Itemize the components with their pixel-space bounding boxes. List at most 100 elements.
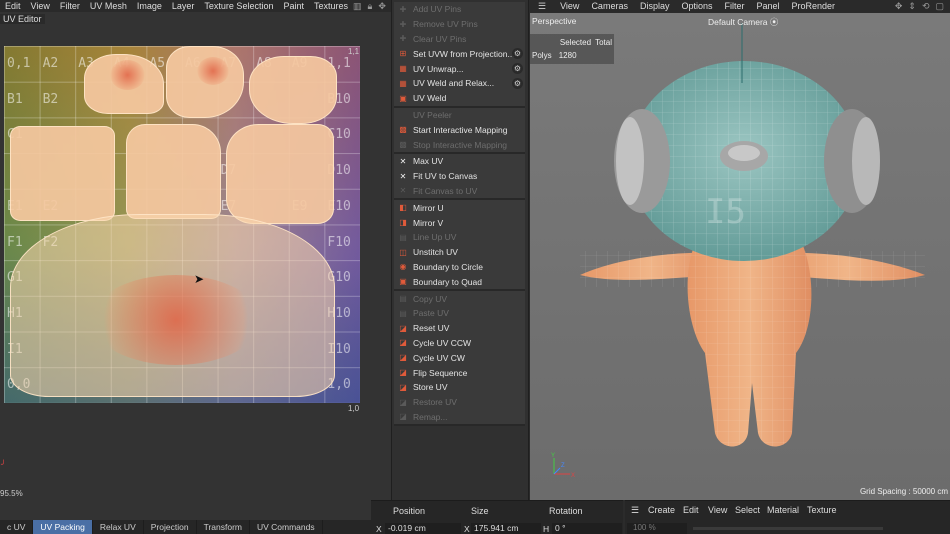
material-hamburger-icon[interactable]: ☰	[631, 505, 639, 516]
command-uv-unwrap[interactable]: ▦ UV Unwrap... ⚙	[394, 61, 525, 76]
vp-menu-options[interactable]: Options	[675, 1, 718, 11]
vp-menu-cameras[interactable]: Cameras	[585, 1, 634, 11]
size-x-field[interactable]: 175.941 cm	[471, 523, 541, 534]
maximize-icon[interactable]: ▢	[935, 1, 944, 12]
command-mirror-v[interactable]: ◨ Mirror V	[394, 215, 525, 230]
command-start-interactive-mapping[interactable]: ▩ Start Interactive Mapping	[394, 122, 525, 137]
uv-shell-head[interactable]	[10, 214, 335, 397]
gear-icon[interactable]: ⚙	[512, 77, 523, 89]
command-mirror-u[interactable]: ◧ Mirror U	[394, 200, 525, 215]
unwrap-icon: ▦	[399, 64, 407, 74]
command-set-uvw-from-projection[interactable]: ⊞ Set UVW from Projection... ⚙	[394, 46, 525, 61]
uv-shell-top-right[interactable]	[249, 56, 337, 124]
3d-viewport[interactable]: I5 Perspective Default Camera ⦿ Selected…	[530, 13, 950, 500]
command-remap[interactable]: ◪ Remap...	[394, 410, 525, 425]
command-remove-uv-pins[interactable]: ✚ Remove UV Pins	[394, 17, 525, 32]
uv-editor-menubar: Edit View Filter UV Mesh Image Layer Tex…	[0, 0, 398, 12]
mat-menu-edit[interactable]: Edit	[683, 505, 699, 515]
tab-transform[interactable]: Transform	[197, 520, 250, 534]
uv-shell-arm-left[interactable]	[10, 126, 115, 221]
gear-icon[interactable]: ⚙	[512, 48, 523, 60]
viewport-camera-name[interactable]: Default Camera ⦿	[708, 16, 778, 28]
menu-edit[interactable]: Edit	[0, 1, 26, 11]
menu-textures[interactable]: Textures	[309, 1, 353, 11]
rotate-icon[interactable]: ⟲	[922, 1, 930, 12]
pan-icon[interactable]: ✥	[895, 1, 903, 12]
uv-commands-panel: ✚ Add UV Pins ✚ Remove UV Pins ✚ Clear UV Pin…	[391, 0, 530, 534]
menu-uv-mesh[interactable]: UV Mesh	[85, 1, 132, 11]
command-max-uv[interactable]: ✕ Max UV	[394, 154, 525, 169]
tab-uv-packing[interactable]: UV Packing	[33, 520, 93, 534]
mouse-cursor-icon: ➤	[194, 272, 205, 286]
uv-canvas[interactable]: 0,1A2A3A4A5A6A7A8A91,1B1B2B10C1C10D7D10E…	[4, 46, 360, 403]
uv-cell-label: F10	[327, 234, 351, 250]
stats-row-label: Polys	[532, 51, 552, 60]
histogram-icon[interactable]: ▥	[353, 1, 362, 12]
command-restore-uv[interactable]: ◪ Restore UV	[394, 395, 525, 410]
command-add-uv-pins[interactable]: ✚ Add UV Pins	[394, 2, 525, 17]
vp-menu-display[interactable]: Display	[634, 1, 676, 11]
gear-icon[interactable]: ⚙	[512, 63, 523, 75]
menu-view[interactable]: View	[26, 1, 55, 11]
vp-menu-prorender[interactable]: ProRender	[786, 1, 842, 11]
command-unstitch-uv[interactable]: ◫ Unstitch UV	[394, 245, 525, 260]
tab-c-uv[interactable]: c UV	[0, 520, 34, 534]
command-label: Unstitch UV	[413, 247, 458, 258]
command-uv-weld-and-relax[interactable]: ▦ UV Weld and Relax... ⚙	[394, 76, 525, 91]
command-boundary-to-quad[interactable]: ▣ Boundary to Quad	[394, 274, 525, 289]
menu-layer[interactable]: Layer	[167, 1, 200, 11]
mat-menu-create[interactable]: Create	[648, 505, 675, 515]
uv-shell-body-front[interactable]	[126, 124, 221, 219]
command-line-up-uv[interactable]: ▤ Line Up UV	[394, 230, 525, 245]
weld-icon: ▣	[399, 93, 407, 103]
vp-menu-filter[interactable]: Filter	[719, 1, 751, 11]
hamburger-icon[interactable]: ☰	[530, 1, 554, 12]
mat-menu-view[interactable]: View	[708, 505, 727, 515]
command-cycle-uv-ccw[interactable]: ◪ Cycle UV CCW	[394, 336, 525, 351]
material-zoom-field[interactable]: 100 %	[627, 523, 687, 534]
vp-menu-panel[interactable]: Panel	[751, 1, 786, 11]
material-zoom-slider[interactable]	[693, 527, 883, 530]
command-uv-peeler[interactable]: UV Peeler	[394, 108, 525, 123]
uv-shell-ear-right[interactable]	[166, 46, 244, 118]
command-store-uv[interactable]: ◪ Store UV	[394, 380, 525, 395]
menu-paint[interactable]: Paint	[278, 1, 309, 11]
command-flip-sequence[interactable]: ◪ Flip Sequence	[394, 365, 525, 380]
zoom-icon[interactable]: ⇕	[908, 1, 916, 12]
mat-menu-texture[interactable]: Texture	[807, 505, 837, 515]
menu-image[interactable]: Image	[132, 1, 167, 11]
command-stop-interactive-mapping[interactable]: ▩ Stop Interactive Mapping	[394, 137, 525, 152]
command-uv-weld[interactable]: ▣ UV Weld	[394, 91, 525, 106]
tab-projection[interactable]: Projection	[144, 520, 197, 534]
command-copy-uv[interactable]: ▤ Copy UV	[394, 291, 525, 306]
mat-menu-select[interactable]: Select	[735, 505, 760, 515]
stats-selected-value: 1280	[558, 51, 577, 60]
command-paste-uv[interactable]: ▤ Paste UV	[394, 306, 525, 321]
command-fit-canvas-to-uv[interactable]: ✕ Fit Canvas to UV	[394, 184, 525, 199]
tab-relax-uv[interactable]: Relax UV	[93, 520, 144, 534]
interactive-mapping-icon: ▩	[399, 125, 407, 135]
command-fit-uv-to-canvas[interactable]: ✕ Fit UV to Canvas	[394, 169, 525, 184]
position-x-field[interactable]: -0.019 cm	[385, 523, 461, 534]
uv-shell-body-back[interactable]	[226, 124, 334, 224]
material-manager: ☰ Create Edit View Select Material Textu…	[625, 500, 950, 534]
lock-icon[interactable]: 🔒︎	[368, 1, 373, 12]
uv-editor-title: UV Editor	[0, 14, 45, 24]
camera-icon: ⦿	[769, 17, 779, 27]
command-reset-uv[interactable]: ◪ Reset UV	[394, 321, 525, 336]
command-label: Line Up UV	[413, 232, 457, 243]
menu-texture-selection[interactable]: Texture Selection	[199, 1, 278, 11]
command-boundary-to-circle[interactable]: ◉ Boundary to Circle	[394, 260, 525, 275]
vp-menu-view[interactable]: View	[554, 1, 585, 11]
command-cycle-uv-cw[interactable]: ◪ Cycle UV CW	[394, 350, 525, 365]
menu-filter[interactable]: Filter	[55, 1, 85, 11]
tab-uv-commands[interactable]: UV Commands	[250, 520, 323, 534]
command-clear-uv-pins[interactable]: ✚ Clear UV Pins	[394, 32, 525, 47]
uv-shell-ear-left[interactable]	[84, 54, 164, 114]
rotation-h-field[interactable]: 0 °	[552, 523, 622, 534]
h-label: H	[543, 524, 550, 534]
mat-menu-material[interactable]: Material	[767, 505, 799, 515]
cycle-ccw-icon: ◪	[399, 338, 407, 348]
move-icon[interactable]: ✥	[378, 1, 386, 12]
viewport-view-name[interactable]: Perspective	[532, 16, 576, 26]
